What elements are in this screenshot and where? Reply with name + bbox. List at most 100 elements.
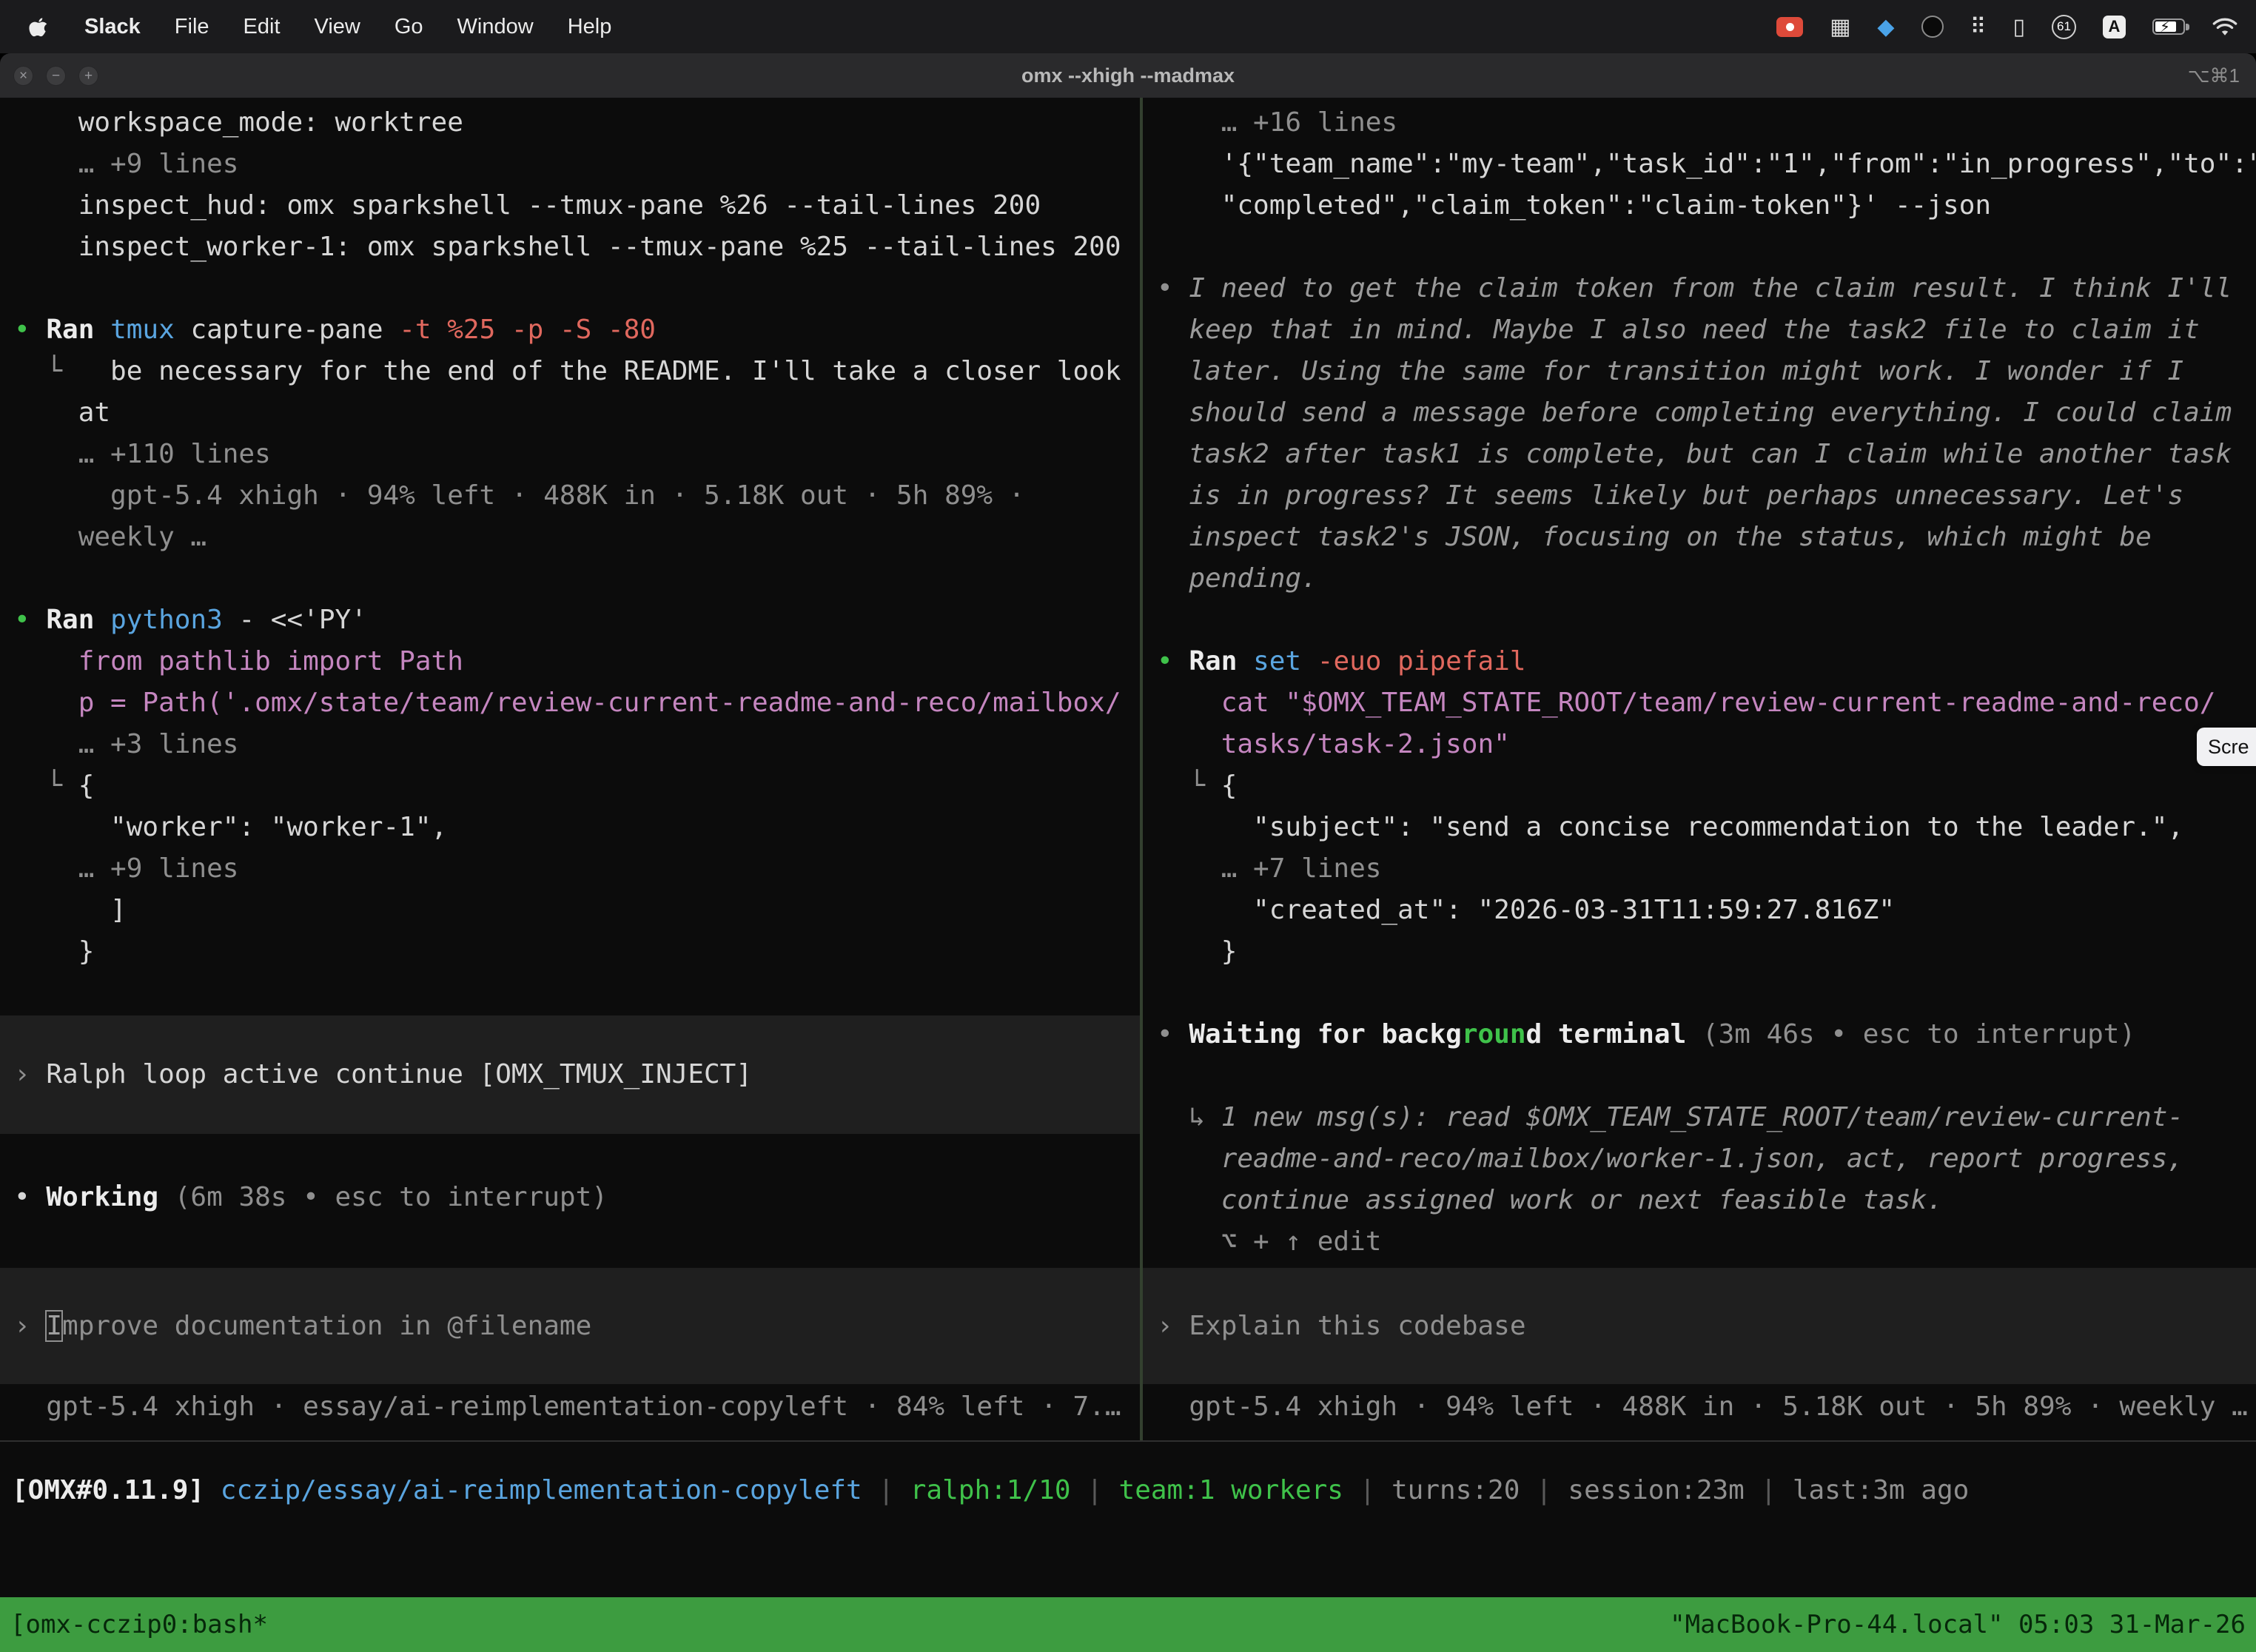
spacer xyxy=(0,1134,1140,1177)
terminal-line: › Explain this codebase xyxy=(1143,1306,2256,1347)
menu-item-window[interactable]: Window xyxy=(457,15,534,39)
terminal-line: should send a message before completing … xyxy=(1143,392,2256,434)
terminal-line: readme-and-reco/mailbox/worker-1.json, a… xyxy=(1143,1138,2256,1180)
terminal-line: p = Path('.omx/state/team/review-current… xyxy=(0,682,1140,724)
terminal-line: cat "$OMX_TEAM_STATE_ROOT/team/review-cu… xyxy=(1143,682,2256,724)
terminal-line: task2 after task1 is complete, but can I… xyxy=(1143,434,2256,475)
terminal-line: └ be necessary for the end of the README… xyxy=(0,351,1140,392)
terminal-line: • Ran tmux capture-pane -t %25 -p -S -80 xyxy=(0,309,1140,351)
terminal-line: ↳ 1 new msg(s): read $OMX_TEAM_STATE_ROO… xyxy=(1143,1097,2256,1138)
terminal-line: ⌥ + ↑ edit xyxy=(1143,1221,2256,1263)
terminal-line xyxy=(0,268,1140,309)
terminal-line: } xyxy=(0,931,1140,973)
terminal-line: └ { xyxy=(1143,765,2256,807)
terminal-line: … +3 lines xyxy=(0,724,1140,765)
zoom-button[interactable]: + xyxy=(78,66,98,86)
terminal-line: keep that in mind. Maybe I also need the… xyxy=(1143,309,2256,351)
right-prompt-input[interactable]: › Explain this codebase xyxy=(1143,1268,2256,1384)
terminal-line: "subject": "send a concise recommendatio… xyxy=(1143,807,2256,848)
ralph-loop-banner: › Ralph loop active continue [OMX_TMUX_I… xyxy=(0,1015,1140,1134)
apple-menu-icon[interactable] xyxy=(28,16,50,38)
tmux-status-bar: [omx-cczip0:bash* "MacBook-Pro-44.local"… xyxy=(0,1597,2256,1652)
terminal-line: gpt-5.4 xhigh · 94% left · 488K in · 5.1… xyxy=(1143,1386,2256,1428)
traffic-lights: × − + xyxy=(13,53,98,98)
terminal-line xyxy=(1143,600,2256,641)
tmux-session-label: [omx-cczip0:bash* xyxy=(10,1610,268,1639)
terminal-line: inspect_hud: omx sparkshell --tmux-pane … xyxy=(0,185,1140,226)
terminal-line: '{"team_name":"my-team","task_id":"1","f… xyxy=(1143,144,2256,185)
terminal-line: inspect task2's JSON, focusing on the st… xyxy=(1143,517,2256,558)
terminal-line: } xyxy=(1143,931,2256,973)
lightning-bolt-icon: ⚡ xyxy=(2160,18,2170,36)
terminal-line: gpt-5.4 xhigh · 94% left · 488K in · 5.1… xyxy=(0,475,1140,517)
terminal-line: continue assigned work or next feasible … xyxy=(1143,1180,2256,1221)
terminal-line: • I need to get the claim token from the… xyxy=(1143,268,2256,309)
terminal-line xyxy=(1143,973,2256,1014)
menu-items: Slack File Edit View Go Window Help xyxy=(0,15,611,39)
dots-grid-icon[interactable]: ⠿ xyxy=(1970,14,1987,40)
terminal-line: workspace_mode: worktree xyxy=(0,102,1140,144)
terminal-line: "created_at": "2026-03-31T11:59:27.816Z" xyxy=(1143,890,2256,931)
terminal-line: from pathlib import Path xyxy=(0,641,1140,682)
menu-item-help[interactable]: Help xyxy=(568,15,612,39)
macos-menu-bar: Slack File Edit View Go Window Help ▦ ◆ ⠿ ▯ 61… xyxy=(0,0,2256,53)
spacer xyxy=(0,973,1140,1015)
app-dark-circle-icon[interactable] xyxy=(1921,16,1944,38)
left-pane-scrollback: workspace_mode: worktree … +9 lines insp… xyxy=(0,98,1140,1218)
terminal-line: gpt-5.4 xhigh · essay/ai-reimplementatio… xyxy=(0,1386,1140,1428)
terminal-line: pending. xyxy=(1143,558,2256,600)
terminal-line: • Working (6m 38s • esc to interrupt) xyxy=(0,1177,1140,1218)
tmux-host-clock-label: "MacBook-Pro-44.local" 05:03 31-Mar-26 xyxy=(1670,1610,2246,1639)
terminal-line: "worker": "worker-1", xyxy=(0,807,1140,848)
minimize-button[interactable]: − xyxy=(46,66,66,86)
terminal-line: └ { xyxy=(0,765,1140,807)
terminal-line: at xyxy=(0,392,1140,434)
terminal-line: … +16 lines xyxy=(1143,102,2256,144)
left-terminal-pane[interactable]: workspace_mode: worktree … +9 lines insp… xyxy=(0,98,1140,1440)
window-grid-icon[interactable]: ▦ xyxy=(1830,14,1850,40)
terminal-line: … +7 lines xyxy=(1143,848,2256,890)
window-title-bar[interactable]: × − + omx --xhigh --madmax ⌥⌘1 xyxy=(0,53,2256,98)
terminal-line xyxy=(0,558,1140,600)
terminal-line: … +110 lines xyxy=(0,434,1140,475)
terminal-line: tasks/task-2.json" xyxy=(1143,724,2256,765)
right-pane-scrollback: … +16 lines '{"team_name":"my-team","tas… xyxy=(1143,98,2256,1263)
omx-session-status-line: [OMX#0.11.9] cczip/essay/ai-reimplementa… xyxy=(0,1470,2256,1511)
terminal-window: × − + omx --xhigh --madmax ⌥⌘1 workspace… xyxy=(0,53,2256,1652)
close-button[interactable]: × xyxy=(13,66,33,86)
terminal-line: • Ran python3 - <<'PY' xyxy=(0,600,1140,641)
tmux-panes: workspace_mode: worktree … +9 lines insp… xyxy=(0,98,2256,1442)
wifi-icon[interactable] xyxy=(2212,17,2238,37)
menu-item-edit[interactable]: Edit xyxy=(244,15,281,39)
input-source-icon[interactable]: A xyxy=(2103,16,2126,38)
terminal-line xyxy=(1143,226,2256,268)
terminal-line: "completed","claim_token":"claim-token"}… xyxy=(1143,185,2256,226)
terminal-line: weekly … xyxy=(0,517,1140,558)
terminal-line: • Waiting for background terminal (3m 46… xyxy=(1143,1014,2256,1055)
terminal-line: ] xyxy=(0,890,1140,931)
device-icon[interactable]: ▯ xyxy=(2012,14,2025,40)
terminal-line: › Ralph loop active continue [OMX_TMUX_I… xyxy=(0,1054,1140,1095)
terminal-line: • Ran set -euo pipefail xyxy=(1143,641,2256,682)
menu-bar-status-icons: ▦ ◆ ⠿ ▯ 61 A ⚡ xyxy=(1776,14,2256,40)
terminal-line xyxy=(1143,1055,2256,1097)
app-blue-icon[interactable]: ◆ xyxy=(1877,14,1894,40)
battery-percent-icon[interactable]: 61 xyxy=(2052,15,2076,39)
left-prompt-input[interactable]: › Improve documentation in @filename xyxy=(0,1268,1140,1384)
window-shortcut-label: ⌥⌘1 xyxy=(2188,64,2240,87)
menu-item-slack[interactable]: Slack xyxy=(84,15,141,39)
window-title: omx --xhigh --madmax xyxy=(1021,64,1235,87)
screen-recording-indicator-icon[interactable] xyxy=(1776,17,1803,37)
menu-item-file[interactable]: File xyxy=(175,15,209,39)
menu-item-go[interactable]: Go xyxy=(395,15,423,39)
menu-item-view[interactable]: View xyxy=(315,15,360,39)
terminal-line: is in progress? It seems likely but perh… xyxy=(1143,475,2256,517)
terminal-line: later. Using the same for transition mig… xyxy=(1143,351,2256,392)
terminal-line: … +9 lines xyxy=(0,144,1140,185)
screen-share-overlay-button[interactable]: Scre xyxy=(2197,728,2256,766)
terminal-line: … +9 lines xyxy=(0,848,1140,890)
terminal-line: inspect_worker-1: omx sparkshell --tmux-… xyxy=(0,226,1140,268)
terminal-line: › Improve documentation in @filename xyxy=(0,1306,1140,1347)
battery-charging-icon[interactable]: ⚡ xyxy=(2152,19,2185,35)
right-terminal-pane[interactable]: … +16 lines '{"team_name":"my-team","tas… xyxy=(1143,98,2256,1440)
